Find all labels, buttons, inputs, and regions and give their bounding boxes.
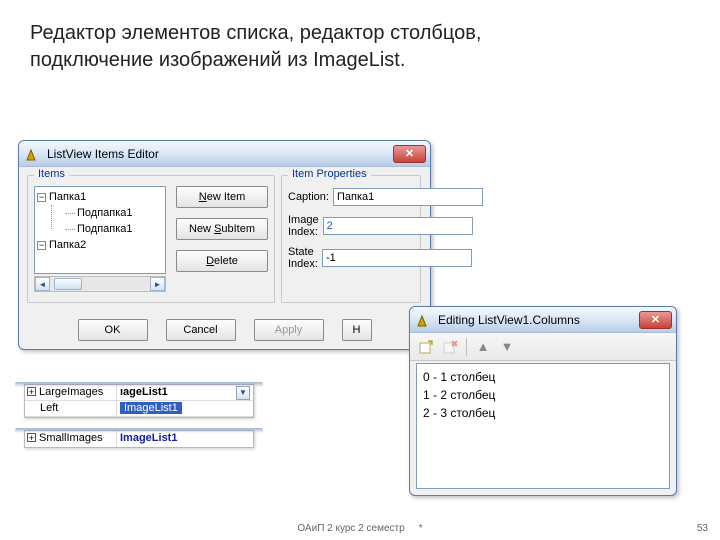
list-item[interactable]: 2 - 3 столбец (423, 404, 663, 422)
dropdown-option-selected[interactable]: ImageList1 (120, 402, 182, 414)
collapse-icon[interactable]: − (37, 241, 46, 250)
add-icon[interactable] (416, 337, 436, 357)
move-up-icon[interactable]: ▲ (473, 337, 493, 357)
delete-button[interactable]: Delete (176, 250, 268, 272)
caption-label: Caption: (288, 191, 329, 203)
move-down-icon[interactable]: ▼ (497, 337, 517, 357)
heading-line2: подключение изображений из ImageList. (30, 47, 690, 74)
prop-value-cell[interactable]: ImageList1 (117, 401, 253, 416)
prop-name: +SmallImages (25, 431, 117, 447)
tree-node: −Папка2 (37, 237, 163, 253)
window-title: Editing ListView1.Columns (438, 313, 639, 327)
dialog-buttons: OK Cancel Apply H (19, 319, 430, 341)
group-item-properties: Item Properties Caption: Image Index: St… (281, 175, 421, 303)
expand-icon[interactable]: + (27, 387, 36, 396)
dropdown-icon[interactable]: ▼ (236, 386, 250, 400)
items-tree[interactable]: −Папка1 Подпапка1 Подпапка1 −Папка2 (34, 186, 166, 274)
tree-node: −Папка1 Подпапка1 Подпапка1 (37, 189, 163, 237)
footer: ОАиП 2 курс 2 семестр * (0, 523, 720, 534)
scroll-left-button[interactable]: ◄ (35, 277, 50, 291)
caption-input[interactable] (333, 188, 483, 206)
heading-line1: Редактор элементов списка, редактор стол… (30, 20, 690, 47)
horizontal-scrollbar[interactable]: ◄ ► (34, 276, 166, 292)
help-button[interactable]: H (342, 319, 372, 341)
new-subitem-button[interactable]: New SubItem (176, 218, 268, 240)
app-icon (416, 312, 432, 328)
group-items: Items −Папка1 Подпапка1 Подпапка1 −Папка… (27, 175, 275, 303)
item-buttons: New Item New SubItem Delete (176, 186, 268, 282)
cancel-button[interactable]: Cancel (166, 319, 236, 341)
list-item[interactable]: 0 - 1 столбец (423, 368, 663, 386)
footer-course: ОАиП 2 курс 2 семестр (297, 523, 404, 534)
image-index-label: Image Index: (288, 214, 319, 238)
property-snippet-largeimages: +LargeImages ıageList1▼ Left ImageList1 (24, 384, 254, 418)
list-item[interactable]: 1 - 2 столбец (423, 386, 663, 404)
window-title: ListView Items Editor (47, 147, 393, 161)
delete-icon[interactable] (440, 337, 460, 357)
close-icon: ✕ (405, 147, 414, 160)
app-icon (25, 146, 41, 162)
separator (466, 338, 467, 356)
group-props-label: Item Properties (288, 168, 371, 180)
close-button[interactable]: ✕ (639, 311, 672, 329)
apply-button: Apply (254, 319, 324, 341)
page-number: 53 (697, 523, 708, 534)
listview-items-editor-window: ListView Items Editor ✕ Items −Папка1 По… (18, 140, 431, 350)
scroll-right-button[interactable]: ► (150, 277, 165, 291)
prop-value-cell[interactable]: ıageList1▼ (117, 385, 253, 400)
prop-name: Left (25, 401, 117, 416)
columns-list[interactable]: 0 - 1 столбец 1 - 2 столбец 2 - 3 столбе… (416, 363, 670, 489)
toolbar: ▲ ▼ (410, 333, 676, 361)
close-icon: ✕ (651, 313, 660, 326)
image-index-input[interactable] (323, 217, 473, 235)
prop-name: +LargeImages (25, 385, 117, 400)
state-index-input[interactable] (322, 249, 472, 267)
columns-editor-window: Editing ListView1.Columns ✕ ▲ ▼ 0 - 1 ст… (409, 306, 677, 496)
ok-button[interactable]: OK (78, 319, 148, 341)
close-button[interactable]: ✕ (393, 145, 426, 163)
expand-icon[interactable]: + (27, 433, 36, 442)
property-snippet-smallimages: +SmallImages ImageList1 (24, 430, 254, 448)
group-items-label: Items (34, 168, 69, 180)
titlebar[interactable]: Editing ListView1.Columns ✕ (410, 307, 676, 333)
new-item-button[interactable]: New Item (176, 186, 268, 208)
state-index-label: State Index: (288, 246, 318, 270)
tree-node[interactable]: Подпапка1 (65, 205, 163, 221)
tree-node[interactable]: Подпапка1 (65, 221, 163, 237)
titlebar[interactable]: ListView Items Editor ✕ (19, 141, 430, 167)
page-heading: Редактор элементов списка, редактор стол… (30, 20, 690, 74)
scroll-thumb[interactable] (54, 278, 82, 290)
collapse-icon[interactable]: − (37, 193, 46, 202)
prop-value[interactable]: ImageList1 (117, 431, 253, 447)
footer-mark: * (419, 523, 423, 534)
